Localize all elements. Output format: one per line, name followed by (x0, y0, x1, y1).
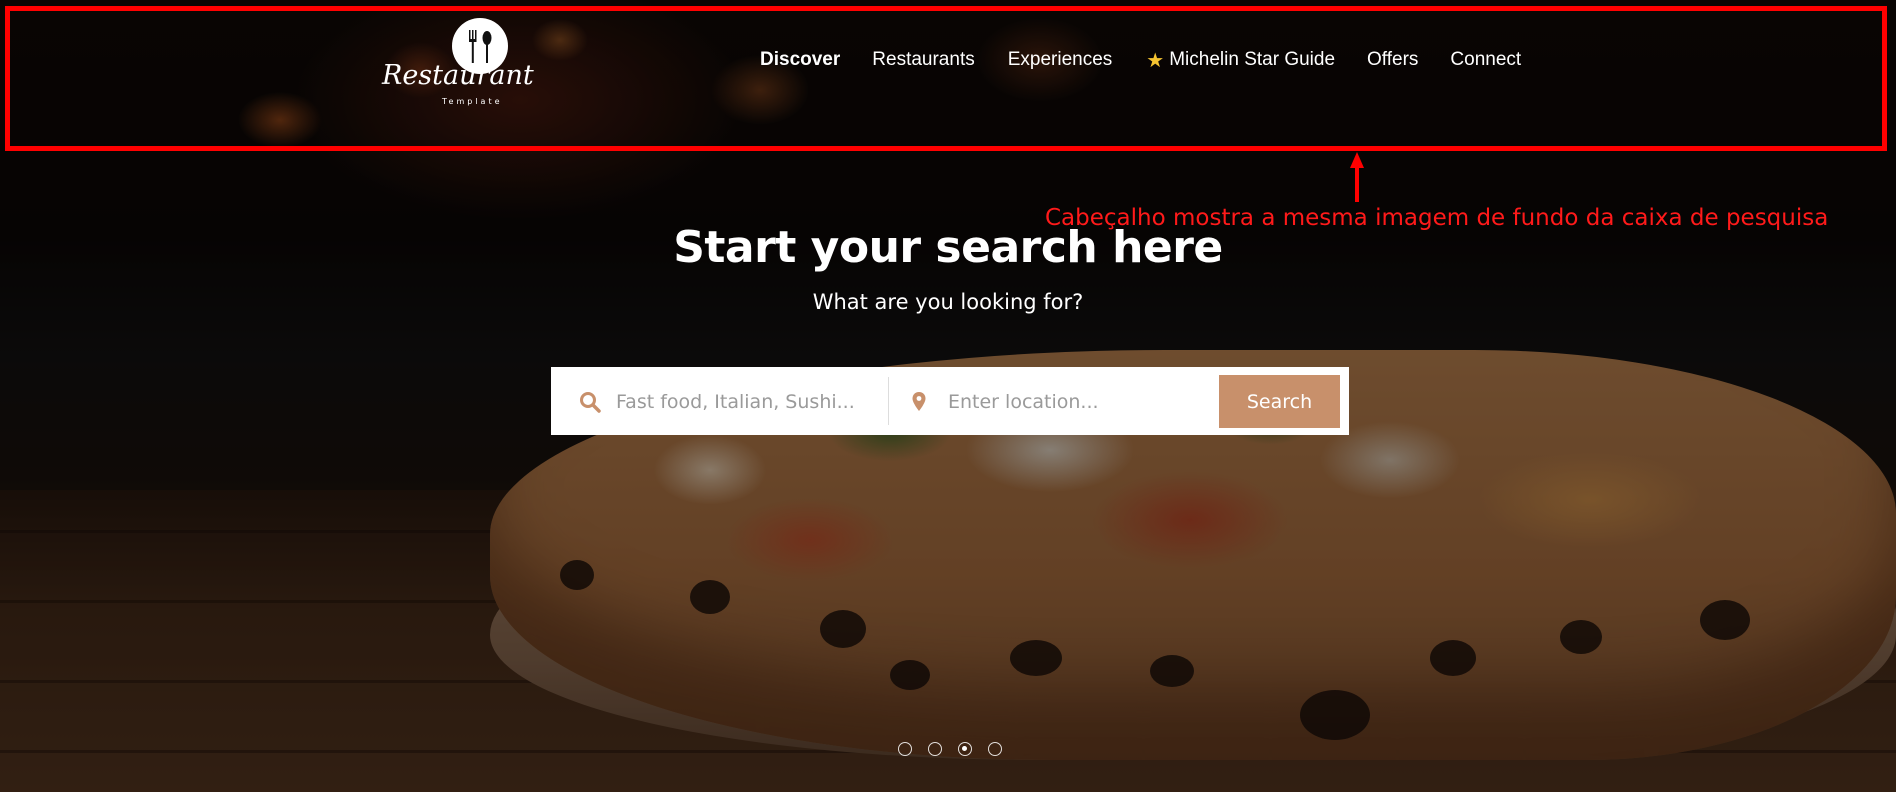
page-title: Start your search here (673, 222, 1223, 273)
search-form: Search (551, 367, 1349, 435)
carousel-indicators (898, 742, 1002, 756)
location-input[interactable] (948, 385, 1208, 419)
search-button[interactable]: Search (1219, 375, 1340, 428)
carousel-dot[interactable] (988, 742, 1002, 756)
cuisine-field (551, 367, 888, 435)
page-subtitle: What are you looking for? (812, 290, 1084, 314)
carousel-dot[interactable] (898, 742, 912, 756)
location-field (889, 367, 1219, 435)
annotation-arrow-icon (1350, 152, 1364, 202)
location-pin-icon (912, 392, 926, 411)
carousel-dot[interactable] (928, 742, 942, 756)
carousel-dot-active[interactable] (958, 742, 972, 756)
annotation-highlight-box (5, 6, 1887, 151)
cuisine-search-input[interactable] (616, 385, 878, 419)
site-header: Restaurant Template Discover Restaurants… (0, 0, 1896, 151)
search-icon (580, 392, 601, 413)
